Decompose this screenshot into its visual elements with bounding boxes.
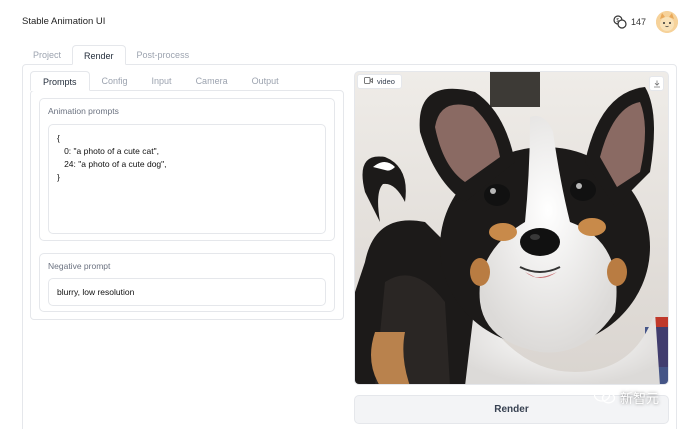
tab-output[interactable]: Output [240,71,291,91]
negative-prompt-input[interactable]: blurry, low resolution [48,278,326,306]
tab-project[interactable]: Project [22,45,72,65]
animation-prompts-block: Animation prompts { 0: "a photo of a cut… [39,98,335,241]
tab-input[interactable]: Input [140,71,184,91]
credits-indicator[interactable]: $ 147 [613,15,646,29]
animation-prompts-label: Animation prompts [48,106,119,116]
download-icon [653,75,661,93]
wechat-icon [593,388,616,407]
credits-count: 147 [630,17,646,27]
render-subtabs: Prompts Config Input Camera Output [30,71,291,91]
negative-prompt-label: Negative prompt [48,261,111,271]
tab-render[interactable]: Render [72,45,126,65]
tab-prompts[interactable]: Prompts [30,71,90,91]
download-button[interactable] [649,76,664,91]
top-bar: Stable Animation UI $ 147 [0,0,700,44]
video-camera-icon [364,77,373,86]
app-title: Stable Animation UI [22,16,106,27]
negative-prompt-block: Negative prompt blurry, low resolution [39,253,335,312]
coins-icon: $ [613,15,627,29]
watermark: 新智元 [593,388,660,407]
video-label-text: video [377,77,395,86]
avatar[interactable] [656,11,678,33]
svg-text:$: $ [616,18,619,24]
tab-camera[interactable]: Camera [184,71,240,91]
video-label: video [357,74,402,89]
puppy-image [355,72,668,384]
watermark-text: 新智元 [620,391,660,406]
main-tabs: Project Render Post-process [22,45,200,65]
animation-prompts-input[interactable]: { 0: "a photo of a cute cat", 24: "a pho… [48,124,326,234]
tab-config[interactable]: Config [90,71,140,91]
video-output[interactable]: video [354,71,669,385]
tab-post-process[interactable]: Post-process [126,45,201,65]
